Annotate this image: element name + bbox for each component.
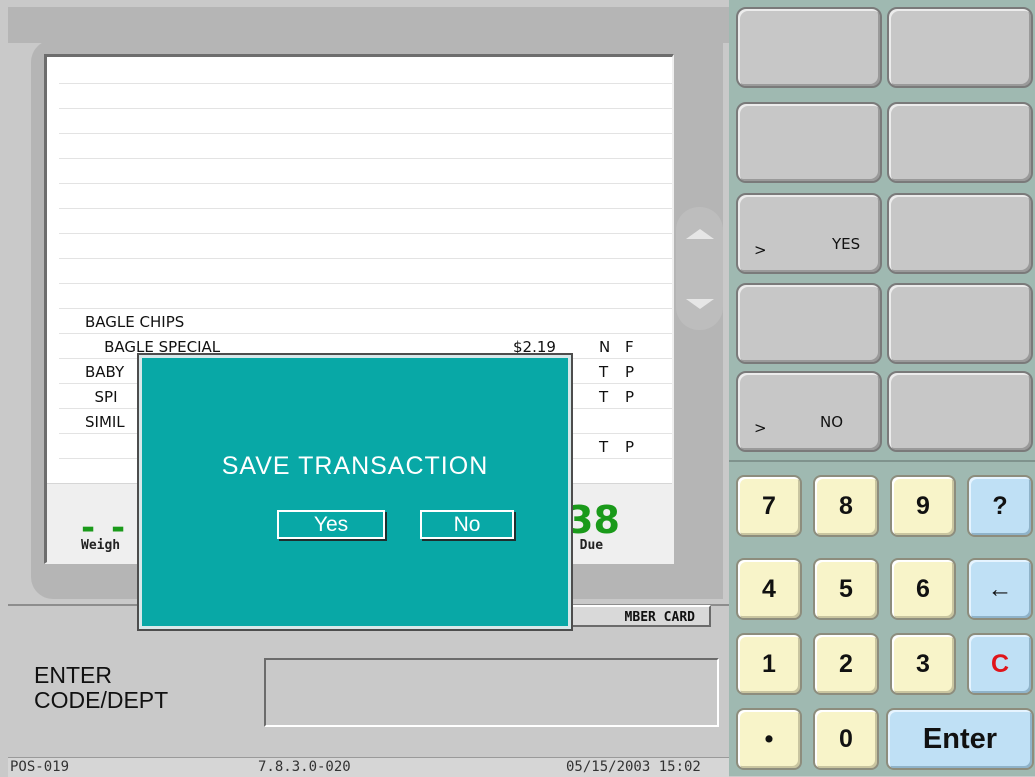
key-9[interactable]: 9 [890, 475, 956, 537]
function-key-label: NO [820, 413, 844, 431]
prompt-line: CODE/DEPT [34, 687, 169, 713]
key-4[interactable]: 4 [736, 558, 802, 620]
key-7[interactable]: 7 [736, 475, 802, 537]
backspace-key[interactable]: ← [967, 558, 1033, 620]
decimal-key[interactable]: • [736, 708, 802, 770]
function-key-label: YES [832, 235, 861, 253]
item-desc: BAGLE CHIPS [85, 313, 185, 331]
clear-key[interactable]: C [967, 633, 1033, 695]
prompt-line: ENTER [34, 662, 112, 688]
receipt-row-blank [59, 184, 672, 209]
key-5[interactable]: 5 [813, 558, 879, 620]
item-flag: P [625, 388, 635, 406]
terminal-id: POS-019 [10, 759, 70, 775]
scroll-up-icon[interactable] [686, 229, 714, 239]
receipt-row-blank [59, 109, 672, 134]
receipt-row-blank [59, 259, 672, 284]
function-key[interactable] [887, 193, 1033, 274]
item-flag: T [599, 363, 609, 381]
item-desc: SIMIL [85, 413, 125, 431]
key-8[interactable]: 8 [813, 475, 879, 537]
key-1[interactable]: 1 [736, 633, 802, 695]
item-desc: SPI [85, 388, 118, 406]
key-3[interactable]: 3 [890, 633, 956, 695]
function-key[interactable] [887, 7, 1033, 88]
chevron-right-icon: > [754, 241, 767, 259]
no-function-key[interactable]: > NO [736, 371, 882, 452]
keypad-divider [729, 460, 1035, 462]
receipt-row-blank [59, 234, 672, 259]
receipt-row-blank [59, 84, 672, 109]
top-bar [8, 7, 729, 43]
dialog-no-button[interactable]: No [420, 510, 514, 539]
item-desc: BABY [85, 363, 125, 381]
receipt-row-blank [59, 59, 672, 84]
function-key[interactable] [887, 283, 1033, 364]
item-flag: P [625, 363, 635, 381]
item-flag: P [625, 438, 635, 456]
receipt-row-blank [59, 159, 672, 184]
yes-function-key[interactable]: > YES [736, 193, 882, 274]
key-2[interactable]: 2 [813, 633, 879, 695]
receipt-scrollbar[interactable] [676, 207, 723, 330]
date-time: 05/15/2003 15:02 [566, 759, 701, 775]
balance-due-amount: 38 [567, 498, 620, 542]
right-pane: > YES > NO 7 8 9 ? 4 5 6 ← 1 2 3 C • 0 E… [729, 0, 1035, 776]
status-bar: POS-019 7.8.3.0-020 05/15/2003 15:02 [8, 757, 729, 777]
function-key[interactable] [887, 371, 1033, 452]
chevron-right-icon: > [754, 419, 767, 437]
function-key[interactable] [887, 102, 1033, 183]
key-6[interactable]: 6 [890, 558, 956, 620]
receipt-row-blank [59, 209, 672, 234]
member-card-button[interactable]: MBER CARD [561, 605, 711, 627]
receipt-row[interactable]: BAGLE CHIPS [59, 309, 672, 334]
software-version: 7.8.3.0-020 [258, 759, 351, 775]
dialog-yes-button[interactable]: Yes [277, 510, 385, 539]
key-0[interactable]: 0 [813, 708, 879, 770]
help-key[interactable]: ? [967, 475, 1033, 537]
enter-key[interactable]: Enter [886, 708, 1034, 770]
dialog-title: SAVE TRANSACTION [221, 452, 489, 480]
function-key[interactable] [736, 102, 882, 183]
function-key[interactable] [736, 7, 882, 88]
item-flag: F [625, 338, 634, 356]
item-flag: T [599, 388, 609, 406]
code-dept-input[interactable] [264, 658, 719, 727]
receipt-row-blank [59, 134, 672, 159]
entry-prompt: ENTER CODE/DEPT [34, 663, 168, 713]
scroll-down-icon[interactable] [686, 299, 714, 309]
item-flag: N [599, 338, 611, 356]
item-flag: T [599, 438, 609, 456]
receipt-row-blank [59, 284, 672, 309]
save-transaction-dialog: SAVE TRANSACTION Yes No [139, 355, 571, 629]
weight-label: Weigh [81, 538, 121, 553]
function-key[interactable] [736, 283, 882, 364]
